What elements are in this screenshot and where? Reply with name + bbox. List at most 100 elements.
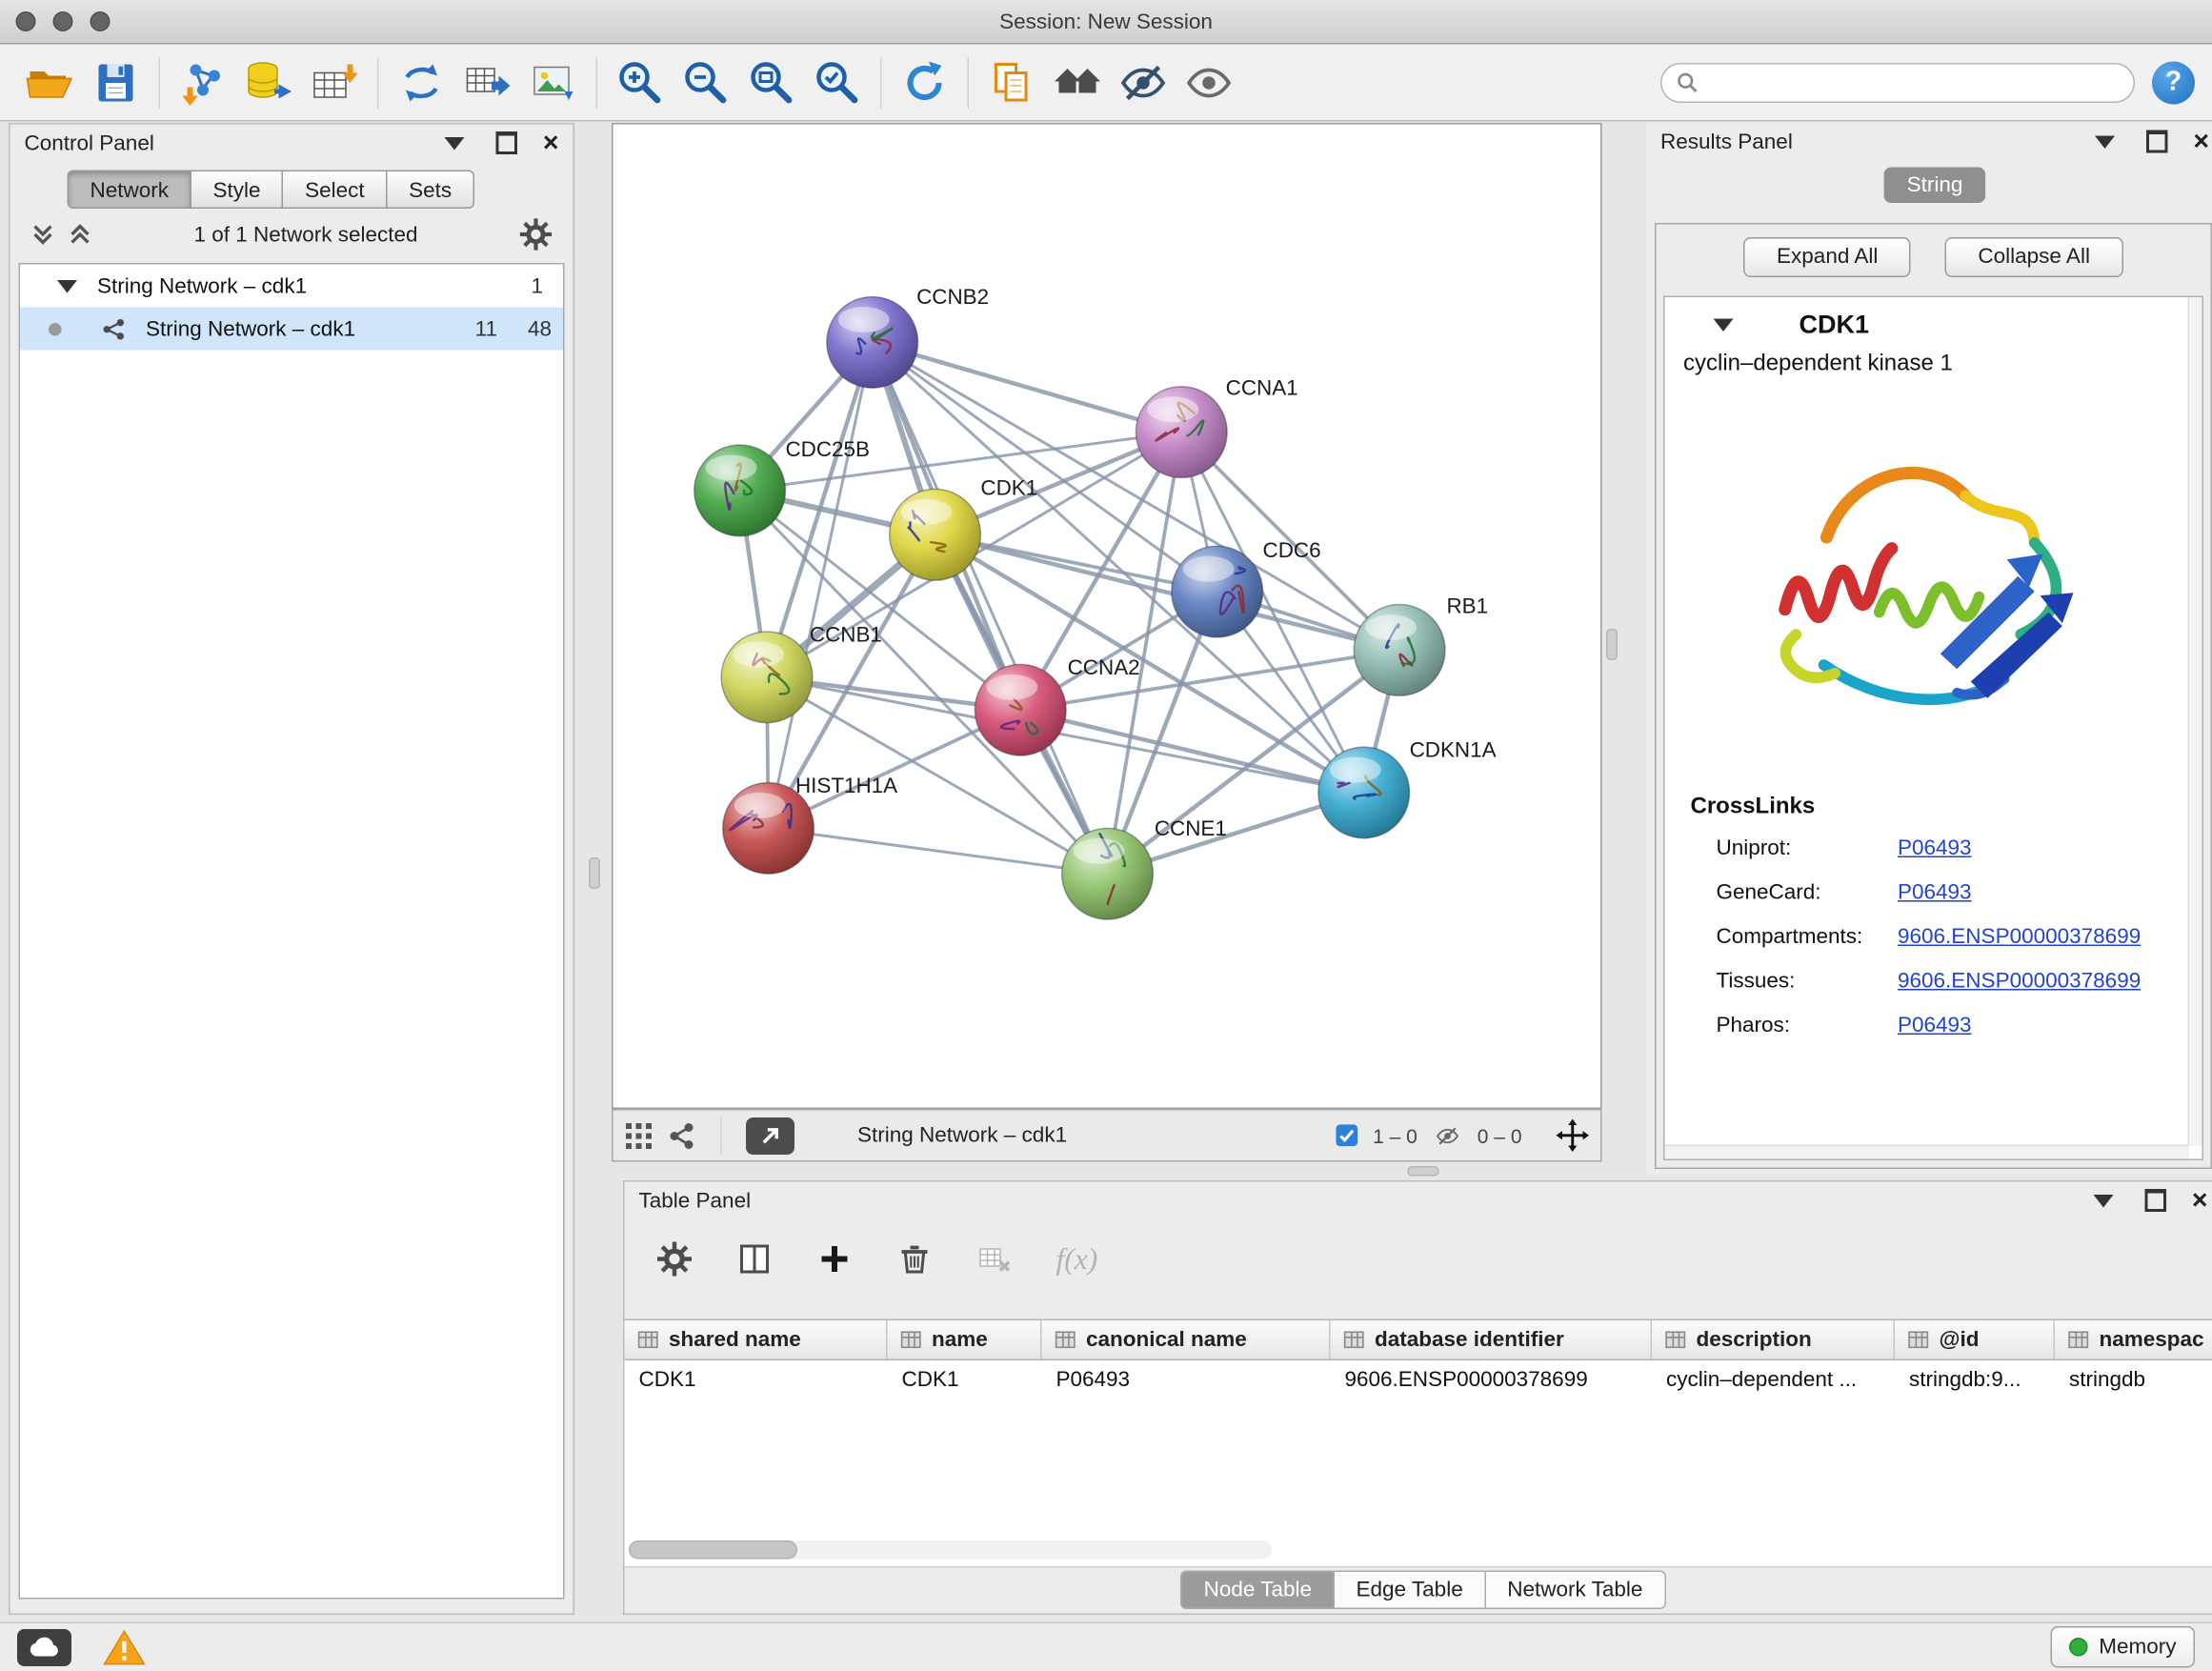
import-network-file-button[interactable] bbox=[171, 50, 236, 113]
import-table-file-button[interactable] bbox=[302, 50, 368, 113]
save-session-button[interactable] bbox=[83, 50, 149, 113]
network-edge[interactable] bbox=[873, 342, 1108, 874]
gear-icon[interactable] bbox=[519, 217, 553, 252]
expand-all-button[interactable]: Expand All bbox=[1744, 237, 1911, 277]
network-node-CCNA2[interactable] bbox=[975, 664, 1066, 755]
pan-crosshair-icon[interactable] bbox=[1557, 1119, 1590, 1153]
separator bbox=[159, 56, 161, 108]
column-header-shared-name[interactable]: shared name bbox=[625, 1320, 888, 1359]
zoom-fit-button[interactable] bbox=[739, 50, 805, 113]
crosslink-link[interactable]: 9606.ENSP00000378699 bbox=[1898, 925, 2141, 950]
network-row-selected[interactable]: String Network – cdk1 11 48 bbox=[20, 308, 563, 351]
panel-menu-icon[interactable] bbox=[2093, 1194, 2113, 1207]
export-table-button[interactable] bbox=[454, 50, 520, 113]
float-panel-icon[interactable] bbox=[2144, 1189, 2166, 1212]
network-edge[interactable] bbox=[935, 534, 1400, 650]
network-node-RB1[interactable] bbox=[1354, 605, 1445, 696]
open-in-new-window-button[interactable] bbox=[746, 1117, 794, 1154]
import-network-database-button[interactable] bbox=[236, 50, 302, 113]
copy-style-button[interactable] bbox=[979, 50, 1045, 113]
network-node-CCNA1[interactable] bbox=[1136, 387, 1227, 478]
zoom-window-button[interactable] bbox=[90, 11, 111, 31]
table-settings-gear-icon[interactable] bbox=[656, 1240, 694, 1278]
close-panel-icon[interactable]: × bbox=[2193, 128, 2209, 155]
tab-select[interactable]: Select bbox=[284, 171, 388, 210]
network-share-icon[interactable] bbox=[668, 1121, 696, 1150]
network-edge[interactable] bbox=[873, 342, 1182, 432]
network-graph[interactable]: CCNB2CCNA1CDC25BCDK1CDC6RB1CCNB1CCNA2CDK… bbox=[613, 125, 1601, 1108]
results-vertical-scrollbar[interactable] bbox=[2188, 297, 2202, 1146]
vertical-splitter-handle[interactable] bbox=[589, 857, 600, 889]
close-window-button[interactable] bbox=[16, 11, 36, 31]
column-header-canonical-name[interactable]: canonical name bbox=[1042, 1320, 1331, 1359]
horizontal-splitter-handle[interactable] bbox=[1408, 1166, 1439, 1177]
network-collection-row[interactable]: String Network – cdk1 1 bbox=[20, 265, 563, 308]
export-image-button[interactable] bbox=[520, 50, 586, 113]
close-panel-icon[interactable]: × bbox=[543, 130, 559, 157]
network-view[interactable]: CCNB2CCNA1CDC25BCDK1CDC6RB1CCNB1CCNA2CDK… bbox=[612, 123, 1602, 1109]
delete-column-trash-icon[interactable] bbox=[896, 1240, 934, 1278]
string-overview-button[interactable] bbox=[1045, 50, 1111, 113]
tab-edge-table[interactable]: Edge Table bbox=[1335, 1571, 1486, 1610]
network-edge[interactable] bbox=[769, 342, 873, 828]
section-disclosure-icon[interactable] bbox=[1714, 318, 1734, 332]
search-input[interactable] bbox=[1709, 70, 2120, 95]
tab-network[interactable]: Network bbox=[68, 171, 192, 210]
scrollbar-thumb[interactable] bbox=[629, 1540, 797, 1560]
expand-all-icon[interactable] bbox=[68, 222, 93, 248]
protein-section-header[interactable]: CDK1 bbox=[1665, 297, 2202, 352]
selected-checkbox-icon[interactable] bbox=[1335, 1123, 1359, 1148]
crosslink-link[interactable]: P06493 bbox=[1898, 836, 1972, 861]
network-node-CCNB1[interactable] bbox=[721, 632, 813, 723]
minimize-window-button[interactable] bbox=[53, 11, 73, 31]
help-button[interactable]: ? bbox=[2152, 61, 2195, 104]
show-columns-icon[interactable] bbox=[736, 1240, 774, 1278]
apply-layout-button[interactable] bbox=[892, 50, 957, 113]
panel-menu-icon[interactable] bbox=[444, 136, 464, 150]
network-node-CCNB2[interactable] bbox=[827, 296, 918, 388]
network-node-CDK1[interactable] bbox=[890, 489, 981, 580]
cloud-button[interactable] bbox=[17, 1629, 71, 1666]
zoom-out-button[interactable] bbox=[674, 50, 739, 113]
network-node-CCNE1[interactable] bbox=[1062, 828, 1154, 919]
float-panel-icon[interactable] bbox=[2146, 131, 2168, 153]
open-session-button[interactable] bbox=[17, 50, 83, 113]
tab-sets[interactable]: Sets bbox=[388, 171, 475, 210]
tab-string[interactable]: String bbox=[1884, 168, 1986, 204]
panel-menu-icon[interactable] bbox=[2095, 135, 2115, 149]
network-edge[interactable] bbox=[769, 828, 1108, 874]
birdseye-grid-icon[interactable] bbox=[625, 1121, 654, 1150]
crosslink-link[interactable]: 9606.ENSP00000378699 bbox=[1898, 969, 2141, 994]
zoom-in-button[interactable] bbox=[608, 50, 674, 113]
collection-disclosure-icon[interactable] bbox=[57, 279, 77, 292]
show-graphics-button[interactable] bbox=[1176, 50, 1242, 113]
column-header-database-identifier[interactable]: database identifier bbox=[1331, 1320, 1653, 1359]
crosslink-link[interactable]: P06493 bbox=[1898, 1014, 1972, 1038]
column-header-namespac[interactable]: namespac bbox=[2055, 1320, 2212, 1359]
float-panel-icon[interactable] bbox=[495, 131, 517, 154]
memory-button[interactable]: Memory bbox=[2050, 1626, 2195, 1668]
network-node-CDC6[interactable] bbox=[1172, 546, 1263, 637]
add-column-icon[interactable] bbox=[816, 1240, 854, 1278]
collapse-all-button[interactable]: Collapse All bbox=[1945, 237, 2123, 277]
hidden-eye-slash-icon[interactable] bbox=[1432, 1122, 1463, 1148]
vertical-splitter-handle[interactable] bbox=[1606, 629, 1618, 660]
column-header-name[interactable]: name bbox=[888, 1320, 1042, 1359]
table-row[interactable]: CDK1CDK1P064939606.ENSP00000378699cyclin… bbox=[625, 1360, 2212, 1399]
network-node-CDKN1A[interactable] bbox=[1318, 747, 1410, 838]
crosslink-link[interactable]: P06493 bbox=[1898, 880, 1972, 905]
table-horizontal-scrollbar[interactable] bbox=[629, 1540, 1272, 1560]
close-panel-icon[interactable]: × bbox=[2192, 1187, 2208, 1215]
results-horizontal-scrollbar[interactable] bbox=[1665, 1145, 2190, 1159]
collapse-all-icon[interactable] bbox=[30, 222, 56, 248]
tab-style[interactable]: Style bbox=[191, 171, 284, 210]
tab-network-table[interactable]: Network Table bbox=[1486, 1571, 1666, 1610]
column-header-description[interactable]: description bbox=[1652, 1320, 1895, 1359]
new-network-from-selection-button[interactable] bbox=[389, 50, 454, 113]
network-node-CDC25B[interactable] bbox=[694, 445, 786, 536]
hide-graphics-button[interactable] bbox=[1111, 50, 1176, 113]
tab-node-table[interactable]: Node Table bbox=[1181, 1571, 1335, 1610]
column-header--id[interactable]: @id bbox=[1895, 1320, 2055, 1359]
warning-icon[interactable] bbox=[103, 1628, 146, 1667]
zoom-selected-button[interactable] bbox=[805, 50, 871, 113]
